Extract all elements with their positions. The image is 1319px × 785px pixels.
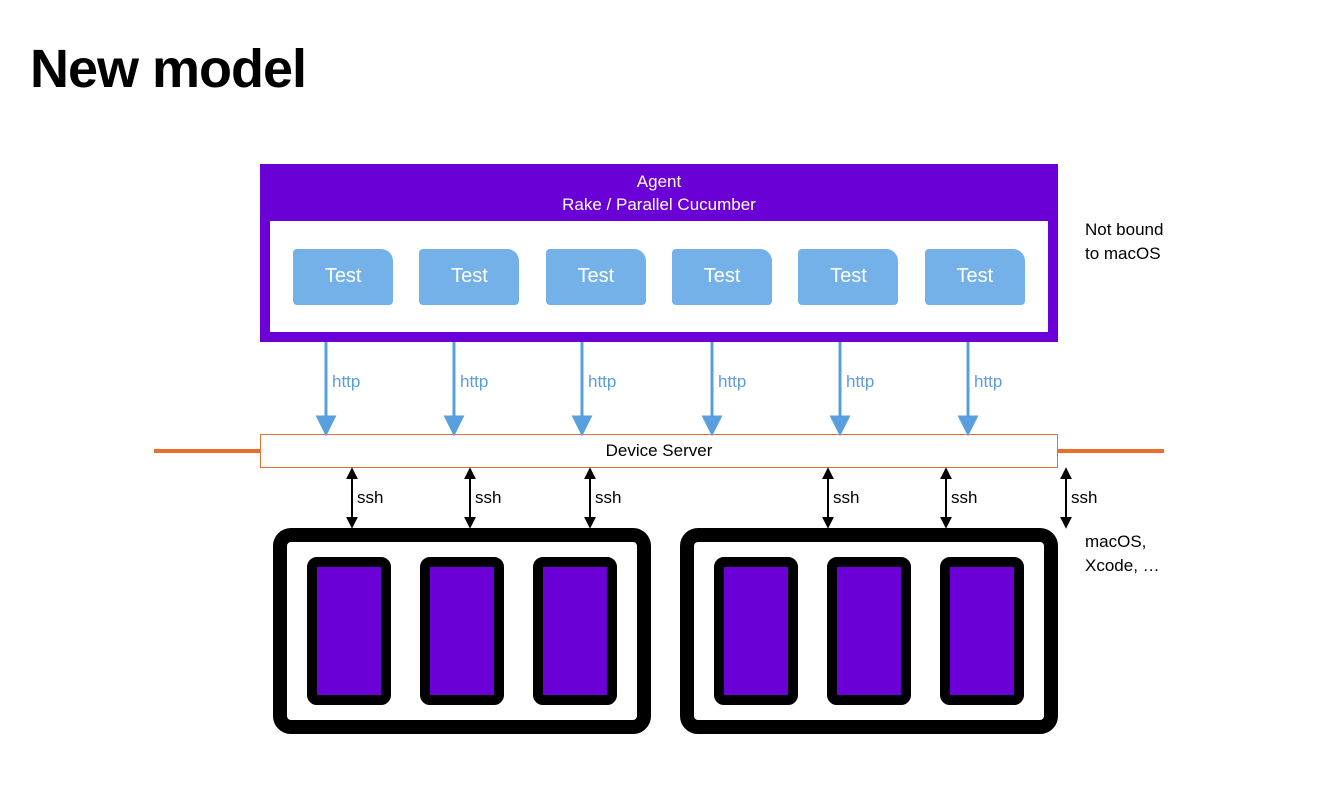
diagram-container: Agent Rake / Parallel Cucumber Test Test… <box>0 0 1319 785</box>
test-box: Test <box>419 249 519 305</box>
device-icon <box>714 557 798 705</box>
connector-line-right <box>1058 449 1164 453</box>
agent-subtitle: Rake / Parallel Cucumber <box>261 194 1057 217</box>
agent-box: Agent Rake / Parallel Cucumber Test Test… <box>260 164 1058 342</box>
arrows-overlay <box>0 0 1319 785</box>
device-icon <box>940 557 1024 705</box>
device-icon <box>420 557 504 705</box>
agent-header: Agent Rake / Parallel Cucumber <box>261 165 1057 217</box>
note-not-bound: Not bound to macOS <box>1085 218 1163 266</box>
test-box: Test <box>798 249 898 305</box>
ssh-label: ssh <box>357 488 383 508</box>
device-icon <box>827 557 911 705</box>
test-box: Test <box>672 249 772 305</box>
ssh-label: ssh <box>951 488 977 508</box>
note-macos: macOS, Xcode, … <box>1085 530 1160 578</box>
note-line: macOS, <box>1085 530 1160 554</box>
ssh-label: ssh <box>833 488 859 508</box>
http-label: http <box>460 372 488 392</box>
device-farm-right <box>680 528 1058 734</box>
ssh-label: ssh <box>475 488 501 508</box>
device-farm-left <box>273 528 651 734</box>
agent-title: Agent <box>261 171 1057 194</box>
device-icon <box>307 557 391 705</box>
http-label: http <box>332 372 360 392</box>
http-label: http <box>846 372 874 392</box>
device-icon <box>533 557 617 705</box>
http-label: http <box>588 372 616 392</box>
note-line: Xcode, … <box>1085 554 1160 578</box>
ssh-label: ssh <box>1071 488 1097 508</box>
note-line: to macOS <box>1085 242 1163 266</box>
http-label: http <box>718 372 746 392</box>
ssh-label: ssh <box>595 488 621 508</box>
test-box: Test <box>293 249 393 305</box>
note-line: Not bound <box>1085 218 1163 242</box>
device-server-box: Device Server <box>260 434 1058 468</box>
http-label: http <box>974 372 1002 392</box>
agent-inner: Test Test Test Test Test Test <box>270 221 1048 332</box>
test-box: Test <box>546 249 646 305</box>
connector-line-left <box>154 449 260 453</box>
test-box: Test <box>925 249 1025 305</box>
